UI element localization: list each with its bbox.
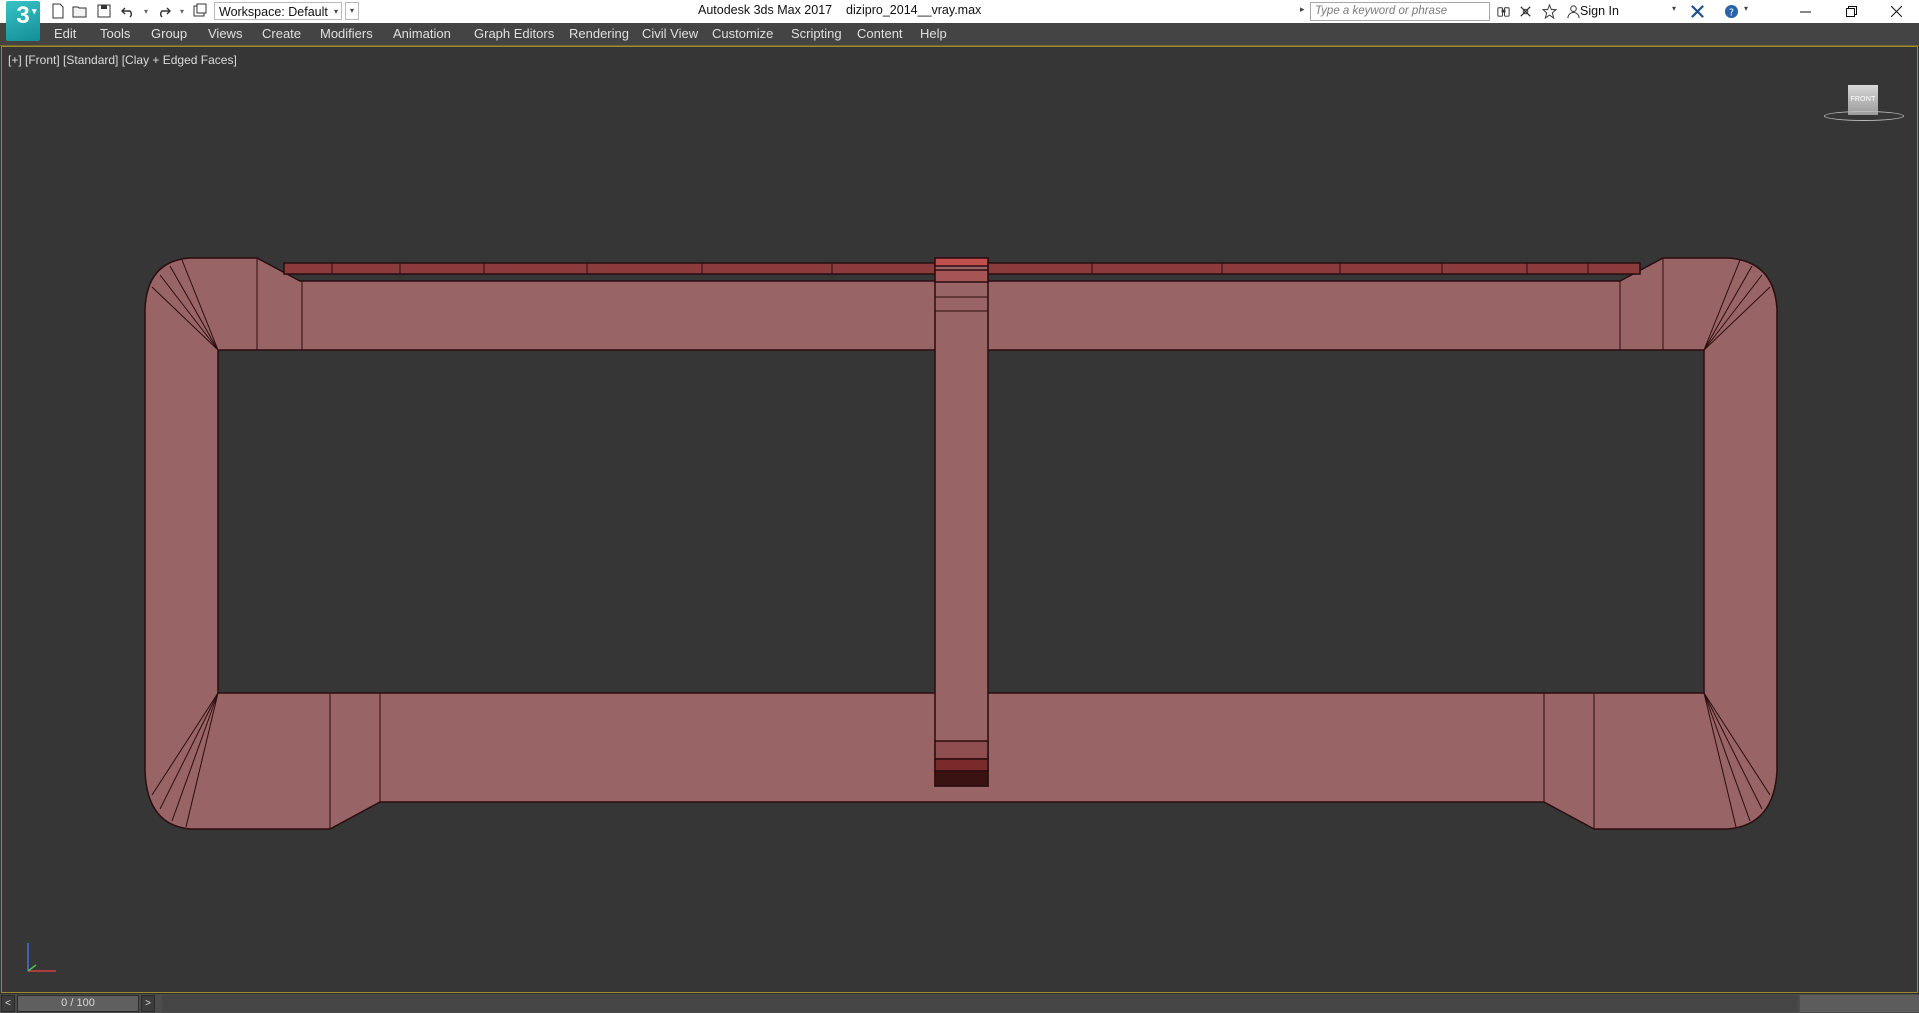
menu-customize[interactable]: Customize: [712, 26, 773, 41]
subscription-icon[interactable]: [1516, 3, 1534, 20]
menu-views[interactable]: Views: [208, 26, 242, 41]
search-input[interactable]: Type a keyword or phrase: [1310, 2, 1490, 21]
binoculars-icon[interactable]: [1494, 3, 1512, 20]
app-logo[interactable]: 3 ▾: [6, 1, 40, 41]
open-folder-icon[interactable]: [70, 2, 90, 20]
favorites-star-icon[interactable]: [1540, 3, 1558, 20]
menu-bar: Edit Tools Group Views Create Modifiers …: [0, 23, 1919, 46]
chevron-down-icon: ▾: [333, 7, 338, 16]
workspace-dropdown[interactable]: Workspace: Default ▾: [214, 2, 342, 20]
menu-content[interactable]: Content: [857, 26, 903, 41]
menu-modifiers[interactable]: Modifiers: [320, 26, 373, 41]
time-slider-track[interactable]: [162, 995, 1798, 1012]
time-slider-thumb[interactable]: 0 / 100: [17, 995, 139, 1012]
app-title: Autodesk 3ds Max 2017: [698, 3, 833, 17]
chevron-down-icon: ▾: [32, 6, 37, 16]
close-button[interactable]: [1873, 0, 1919, 23]
menu-animation[interactable]: Animation: [393, 26, 451, 41]
save-icon[interactable]: [94, 2, 114, 20]
help-dropdown-icon[interactable]: ▾: [1744, 4, 1748, 13]
sign-in-dropdown-icon[interactable]: ▾: [1672, 4, 1676, 13]
file-name: dizipro_2014__vray.max: [846, 3, 982, 17]
center-post: [934, 257, 989, 787]
svg-text:?: ?: [1729, 7, 1734, 18]
help-icon[interactable]: ?: [1722, 3, 1740, 20]
menu-graph-editors[interactable]: Graph Editors: [474, 26, 554, 41]
new-file-icon[interactable]: [48, 2, 68, 20]
axis-tripod-icon: [27, 943, 56, 972]
title-bar: ▾ ▾ Workspace: Default ▾ ▾ Autodesk 3ds …: [0, 0, 1919, 24]
app-logo-text: 3: [16, 2, 30, 29]
exchange-apps-icon[interactable]: [1688, 3, 1706, 20]
redo-icon[interactable]: [154, 2, 174, 20]
project-folder-icon[interactable]: [190, 2, 210, 20]
window-title: Autodesk 3ds Max 2017 dizipro_2014__vray…: [698, 3, 981, 17]
front-viewport[interactable]: [+] [Front] [Standard] [Clay + Edged Fac…: [1, 46, 1918, 993]
menu-group[interactable]: Group: [151, 26, 187, 41]
next-frame-button[interactable]: >: [141, 995, 155, 1012]
menu-edit[interactable]: Edit: [54, 26, 76, 41]
redo-dropdown-icon[interactable]: ▾: [178, 2, 186, 20]
previous-frame-button[interactable]: <: [1, 995, 15, 1012]
restore-button[interactable]: [1828, 0, 1874, 23]
menu-create[interactable]: Create: [262, 26, 301, 41]
search-expand-icon[interactable]: ▸: [1300, 4, 1305, 15]
menu-civil-view[interactable]: Civil View: [642, 26, 698, 41]
workspace-label: Workspace: Default: [219, 5, 328, 19]
menu-tools[interactable]: Tools: [100, 26, 130, 41]
timeline-right-panel: [1800, 995, 1919, 1012]
sign-in-button[interactable]: Sign In: [1580, 4, 1619, 18]
menu-help[interactable]: Help: [920, 26, 947, 41]
time-slider-bar: < 0 / 100 >: [0, 993, 1919, 1013]
undo-icon[interactable]: [118, 2, 138, 20]
quick-access-customize-icon[interactable]: ▾: [345, 2, 359, 20]
menu-rendering[interactable]: Rendering: [569, 26, 629, 41]
undo-dropdown-icon[interactable]: ▾: [142, 2, 150, 20]
menu-scripting[interactable]: Scripting: [791, 26, 842, 41]
bench-model-front-view: [144, 257, 1778, 830]
minimize-button[interactable]: [1782, 0, 1828, 23]
